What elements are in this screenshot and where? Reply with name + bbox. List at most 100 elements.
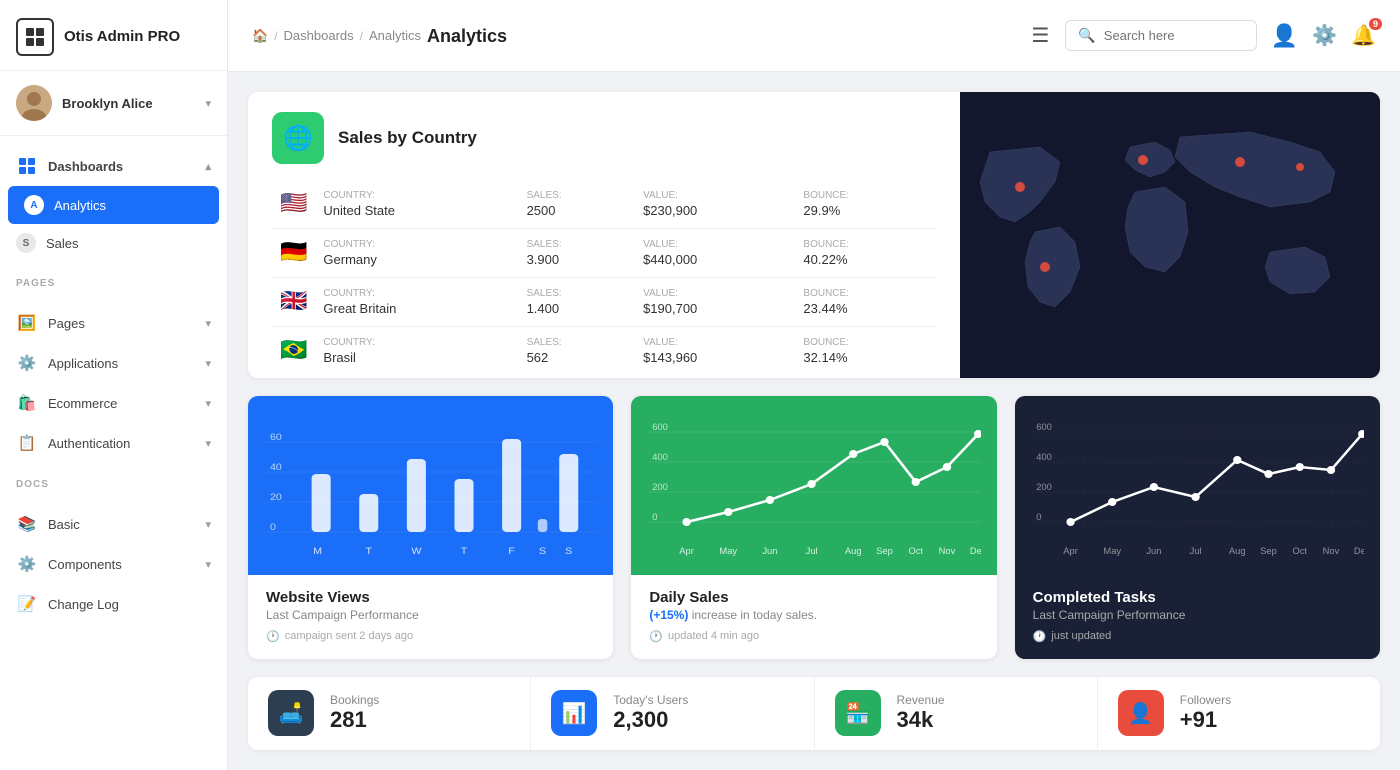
svg-text:May: May bbox=[720, 546, 738, 556]
search-input[interactable] bbox=[1104, 28, 1244, 43]
bounce-label: Bounce: bbox=[803, 190, 928, 201]
search-icon: 🔍 bbox=[1078, 27, 1095, 44]
changelog-label: Change Log bbox=[48, 597, 119, 612]
stat-info: Revenue 34k bbox=[897, 693, 1077, 733]
sidebar-item-ecommerce[interactable]: 🛍️ Ecommerce ▾ bbox=[0, 383, 227, 423]
country-label: Country: bbox=[323, 239, 510, 250]
clock-icon: 🕐 bbox=[1033, 630, 1047, 643]
sidebar-item-changelog[interactable]: 📝 Change Log bbox=[0, 584, 227, 624]
svg-text:S: S bbox=[539, 546, 547, 556]
website-views-card: 60 40 20 0 M T bbox=[248, 396, 613, 659]
country-label: Country: bbox=[323, 288, 510, 299]
breadcrumb: 🏠 / Dashboards / Analytics Analytics bbox=[252, 25, 1015, 47]
world-map bbox=[960, 92, 1380, 378]
country-value: Great Britain bbox=[323, 301, 510, 316]
completed-tasks-card: 600 400 200 0 bbox=[1015, 396, 1380, 659]
sidebar-item-sales[interactable]: S Sales bbox=[0, 224, 227, 262]
sidebar-item-authentication[interactable]: 📋 Authentication ▾ bbox=[0, 423, 227, 463]
sales-label: Sales: bbox=[527, 288, 628, 299]
stat-label: Bookings bbox=[330, 693, 510, 707]
changelog-icon: 📝 bbox=[16, 593, 38, 615]
sidebar-item-components[interactable]: ⚙️ Components ▾ bbox=[0, 544, 227, 584]
pages-chevron-icon: ▾ bbox=[205, 317, 211, 330]
stat-label: Followers bbox=[1180, 693, 1360, 707]
user-icon[interactable]: 👤 bbox=[1271, 23, 1298, 49]
svg-text:0: 0 bbox=[270, 522, 276, 532]
pages-label: Pages bbox=[48, 316, 85, 331]
dashboards-icon bbox=[16, 155, 38, 177]
svg-text:40: 40 bbox=[270, 462, 282, 472]
stat-value: +91 bbox=[1180, 707, 1360, 733]
sidebar-item-basic[interactable]: 📚 Basic ▾ bbox=[0, 504, 227, 544]
svg-text:Nov: Nov bbox=[939, 546, 956, 556]
sidebar-item-dashboards[interactable]: Dashboards ▴ bbox=[0, 146, 227, 186]
stat-label: Today's Users bbox=[613, 693, 793, 707]
breadcrumb-sep2: / bbox=[360, 29, 363, 43]
sidebar-item-analytics[interactable]: A Analytics bbox=[8, 186, 219, 224]
daily-sales-chart: 600 400 200 0 bbox=[631, 396, 996, 575]
country-value: Germany bbox=[323, 252, 510, 267]
table-row: 🇬🇧 Country: Great Britain Sales: 1.400 V… bbox=[272, 278, 936, 327]
svg-text:Oct: Oct bbox=[1292, 546, 1307, 556]
svg-text:600: 600 bbox=[653, 422, 669, 432]
stats-row: 60 40 20 0 M T bbox=[248, 396, 1380, 659]
value-value: $190,700 bbox=[643, 301, 787, 316]
sidebar-logo: Otis Admin PRO bbox=[0, 0, 227, 71]
basic-label: Basic bbox=[48, 517, 80, 532]
svg-text:Nov: Nov bbox=[1322, 546, 1339, 556]
svg-text:T: T bbox=[365, 546, 372, 556]
sales-country-title: Sales by Country bbox=[338, 128, 477, 148]
applications-icon: ⚙️ bbox=[16, 352, 38, 374]
basic-chevron-icon: ▾ bbox=[205, 518, 211, 531]
ecommerce-icon: 🛍️ bbox=[16, 392, 38, 414]
daily-sales-timestamp: 🕐 updated 4 min ago bbox=[649, 630, 978, 643]
sidebar-dashboards-section: Dashboards ▴ A Analytics S Sales bbox=[0, 136, 227, 272]
bounce-label: Bounce: bbox=[803, 239, 928, 250]
breadcrumb-dashboards: Dashboards bbox=[284, 28, 354, 43]
settings-icon[interactable]: ⚙️ bbox=[1312, 23, 1337, 48]
breadcrumb-sep1: / bbox=[274, 29, 277, 43]
sidebar-item-pages[interactable]: 🖼️ Pages ▾ bbox=[0, 303, 227, 343]
authentication-chevron-icon: ▾ bbox=[205, 437, 211, 450]
page-content: 🌐 Sales by Country 🇺🇸 Country: United St… bbox=[228, 72, 1400, 770]
bounce-label: Bounce: bbox=[803, 337, 928, 348]
sales-label: Sales: bbox=[527, 190, 628, 201]
bottom-stat-item: 📊 Today's Users 2,300 bbox=[531, 677, 814, 751]
search-box[interactable]: 🔍 bbox=[1065, 20, 1256, 51]
page-title: Analytics bbox=[427, 26, 507, 47]
svg-text:Jun: Jun bbox=[763, 546, 778, 556]
pages-section-label: PAGES bbox=[0, 272, 227, 293]
card-header: 🌐 Sales by Country bbox=[272, 112, 936, 164]
daily-sales-subtitle: (+15%) increase in today sales. bbox=[649, 608, 978, 622]
applications-label: Applications bbox=[48, 356, 118, 371]
daily-sales-title: Daily Sales bbox=[649, 589, 978, 606]
components-chevron-icon: ▾ bbox=[205, 558, 211, 571]
stat-info: Today's Users 2,300 bbox=[613, 693, 793, 733]
svg-text:S: S bbox=[565, 546, 573, 556]
breadcrumb-analytics: Analytics bbox=[369, 28, 421, 43]
flag-icon: 🇧🇷 bbox=[280, 337, 307, 362]
value-label: Value: bbox=[643, 337, 787, 348]
logo-text: Otis Admin PRO bbox=[64, 28, 180, 46]
svg-text:Jun: Jun bbox=[1146, 546, 1161, 556]
flag-icon: 🇬🇧 bbox=[280, 288, 307, 313]
daily-sales-card: 600 400 200 0 bbox=[631, 396, 996, 659]
flag-icon: 🇺🇸 bbox=[280, 190, 307, 215]
analytics-label: Analytics bbox=[54, 198, 106, 213]
svg-text:400: 400 bbox=[1036, 452, 1052, 462]
value-value: $440,000 bbox=[643, 252, 787, 267]
svg-text:0: 0 bbox=[653, 512, 658, 522]
country-value: United State bbox=[323, 203, 510, 218]
menu-icon[interactable]: ☰ bbox=[1031, 23, 1049, 48]
notification-icon[interactable]: 🔔 9 bbox=[1351, 23, 1376, 48]
components-icon: ⚙️ bbox=[16, 553, 38, 575]
country-value: Brasil bbox=[323, 350, 510, 365]
docs-section-label: DOCS bbox=[0, 473, 227, 494]
docs-section: 📚 Basic ▾ ⚙️ Components ▾ 📝 Change Log bbox=[0, 494, 227, 634]
svg-text:Jul: Jul bbox=[1189, 546, 1201, 556]
website-views-subtitle: Last Campaign Performance bbox=[266, 608, 595, 622]
sidebar-item-applications[interactable]: ⚙️ Applications ▾ bbox=[0, 343, 227, 383]
sales-country-left: 🌐 Sales by Country 🇺🇸 Country: United St… bbox=[248, 92, 960, 378]
sidebar-user[interactable]: Brooklyn Alice ▾ bbox=[0, 71, 227, 136]
daily-sales-highlight: (+15%) bbox=[649, 608, 688, 622]
